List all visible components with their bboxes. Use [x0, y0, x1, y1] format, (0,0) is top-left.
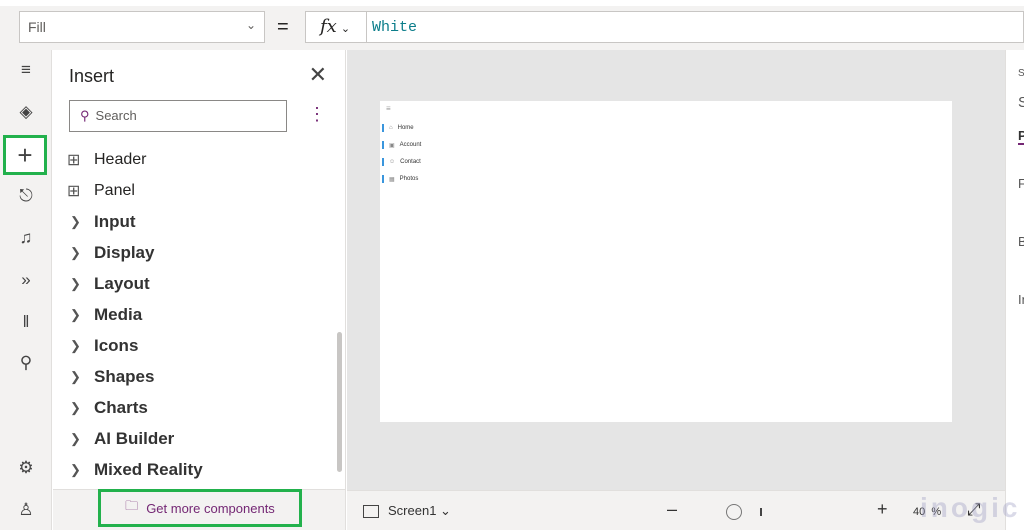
equals-sign: =	[277, 16, 289, 38]
contact-icon: ☺	[389, 159, 396, 165]
account-icon: ▣	[389, 142, 395, 149]
watermark-logo: inogic	[920, 492, 1021, 523]
properties-panel: S S P F B In	[1005, 50, 1024, 530]
category-input[interactable]: ❯ Input	[53, 206, 338, 237]
close-icon[interactable]: ✕	[309, 62, 327, 88]
chevron-down-icon: ⌄	[245, 18, 256, 32]
fx-icon: fx	[320, 16, 337, 37]
chevron-right-icon: ❯	[70, 275, 81, 291]
property-value: Fill	[28, 19, 46, 35]
formula-bar: Fill ⌄ = fx ⌄ White	[0, 0, 1024, 50]
search-input[interactable]: ⚲ Search	[69, 100, 287, 132]
chevron-right-icon: ❯	[70, 368, 81, 384]
components-icon: 🗀	[125, 498, 139, 513]
chevron-right-icon: ❯	[70, 213, 81, 229]
item-label: Charts	[94, 397, 148, 417]
screen-name: Screen1	[388, 503, 437, 518]
component-icon: ⊞	[67, 151, 81, 169]
item-label: Icons	[94, 335, 139, 355]
panel-label: S	[1018, 68, 1024, 79]
canvas-area: ≡ ⌂ Home ▣ Account ☺ Contact ▦ Photos	[347, 50, 1005, 490]
search-icon: ⚲	[80, 108, 90, 123]
media-icon[interactable]: ♫	[8, 220, 44, 256]
formula-input[interactable]: White	[367, 11, 1024, 43]
home-icon: ⌂	[389, 125, 393, 131]
item-label: Header	[94, 150, 147, 168]
nav-item-account[interactable]: ▣ Account	[382, 141, 421, 149]
chevron-right-icon: ❯	[70, 461, 81, 477]
property-label: F	[1018, 176, 1024, 191]
search-placeholder: Search	[95, 108, 137, 123]
category-shapes[interactable]: ❯ Shapes	[53, 361, 338, 392]
property-label: In	[1018, 292, 1024, 307]
item-label: Layout	[94, 273, 150, 293]
zoom-out-button[interactable]: –	[667, 499, 677, 520]
list-item-header[interactable]: ⊞ Header	[53, 144, 338, 175]
chevron-right-icon: ❯	[70, 399, 81, 415]
item-label: Shapes	[94, 366, 155, 386]
insert-plus-icon[interactable]: +	[3, 135, 47, 175]
hamburger-icon: ≡	[386, 104, 391, 113]
left-rail: ≡ ◈ + ⎋ ♫ » ‖ ⚲ ⚙ ♙	[0, 50, 52, 530]
nav-label: Account	[399, 142, 422, 148]
item-label: Mixed Reality	[94, 459, 203, 479]
property-label: B	[1018, 234, 1024, 249]
item-label: AI Builder	[94, 428, 175, 448]
category-icons[interactable]: ❯ Icons	[53, 330, 338, 361]
get-more-label: Get more components	[146, 500, 275, 516]
zoom-slider-track[interactable]	[760, 508, 762, 516]
layers-icon[interactable]: ◈	[8, 94, 44, 130]
virtual-agent-bot-icon[interactable]: ♙	[8, 492, 44, 528]
chevron-right-icon: ❯	[70, 306, 81, 322]
fx-button[interactable]: fx ⌄	[305, 11, 367, 43]
screen-preview[interactable]: ≡ ⌂ Home ▣ Account ☺ Contact ▦ Photos	[380, 101, 952, 422]
insert-panel: Insert ✕ ⚲ Search ⋮ ⊞ Header ⊞ Panel ❯ Input…	[53, 50, 346, 530]
nav-item-photos[interactable]: ▦ Photos	[382, 175, 418, 183]
zoom-in-button[interactable]: +	[877, 499, 888, 520]
nav-label: Photos	[399, 176, 419, 182]
database-icon[interactable]: ⎋	[8, 178, 44, 214]
item-label: Media	[94, 304, 143, 324]
get-more-components-button[interactable]: 🗀 Get more components	[98, 489, 302, 527]
category-display[interactable]: ❯ Display	[53, 237, 338, 268]
scrollbar[interactable]	[337, 332, 342, 472]
chevron-down-icon: ⌄	[340, 22, 351, 35]
more-options-icon[interactable]: ⋮	[308, 104, 326, 125]
screen-selector[interactable]: Screen1 ⌄	[388, 503, 451, 519]
panel-title: Insert	[69, 66, 115, 86]
category-charts[interactable]: ❯ Charts	[53, 392, 338, 423]
tools-icon[interactable]: ‖	[8, 304, 44, 340]
chevron-right-icon: ❯	[70, 430, 81, 446]
nav-label: Contact	[400, 159, 421, 165]
nav-item-contact[interactable]: ☺ Contact	[382, 158, 421, 166]
item-label: Panel	[94, 181, 135, 199]
chevron-right-icon: ❯	[70, 337, 81, 353]
nav-item-home[interactable]: ⌂ Home	[382, 124, 414, 132]
menu-icon[interactable]: ≡	[8, 52, 44, 88]
status-bar: Screen1 ⌄ – + 40 % ⤢	[347, 490, 1005, 530]
category-layout[interactable]: ❯ Layout	[53, 268, 338, 299]
chevron-right-icon: ❯	[70, 244, 81, 260]
category-media[interactable]: ❯ Media	[53, 299, 338, 330]
item-label: Display	[94, 242, 155, 262]
settings-gear-icon[interactable]: ⚙	[8, 450, 44, 486]
power-automate-icon[interactable]: »	[8, 262, 44, 298]
panel-footer: 🗀 Get more components	[53, 489, 345, 530]
list-item-panel[interactable]: ⊞ Panel	[53, 175, 338, 206]
insert-list: ⊞ Header ⊞ Panel ❯ Input ❯ Display ❯ Layout ❯…	[53, 144, 338, 489]
item-label: Input	[94, 211, 136, 231]
nav-label: Home	[397, 125, 414, 131]
property-dropdown[interactable]: Fill ⌄	[19, 11, 265, 43]
zoom-slider-thumb[interactable]	[726, 504, 742, 520]
chevron-down-icon: ⌄	[440, 503, 451, 518]
category-mixed-reality[interactable]: ❯ Mixed Reality	[53, 454, 338, 485]
screen-icon	[363, 505, 379, 518]
category-ai-builder[interactable]: ❯ AI Builder	[53, 423, 338, 454]
photos-icon: ▦	[389, 176, 395, 183]
search-icon[interactable]: ⚲	[8, 345, 44, 381]
tab-properties[interactable]: P	[1018, 128, 1024, 145]
component-icon: ⊞	[67, 182, 81, 200]
selected-name: S	[1018, 94, 1024, 111]
